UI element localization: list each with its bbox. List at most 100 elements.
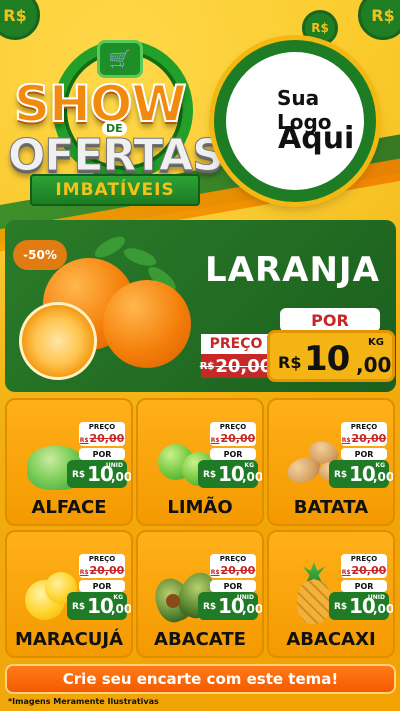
price-currency: R$: [203, 470, 217, 480]
old-price: R$20,00: [79, 564, 125, 577]
old-price: R$20,00: [341, 432, 387, 445]
por-label: POR: [210, 580, 256, 592]
por-label: POR: [341, 448, 387, 460]
preco-label: PREÇO: [88, 555, 116, 563]
preco-label: PREÇO: [350, 555, 378, 563]
product-card-alface[interactable]: PREÇO R$20,00 POR R$ 10 ,00 UNID ALFACE: [5, 398, 133, 526]
price-decimal: ,00: [373, 602, 395, 616]
new-price: R$ 10 ,00 UNID: [329, 592, 393, 620]
pineapple-icon: [279, 550, 337, 624]
preco-label: PREÇO: [88, 423, 116, 431]
product-name: MARACUJÁ: [14, 629, 124, 650]
price-unit: UNID: [105, 462, 123, 469]
price-integer: 10: [304, 339, 350, 379]
por-label: POR: [210, 448, 256, 460]
old-price: R$20,00: [341, 564, 387, 577]
price-unit: KG: [113, 594, 123, 601]
preco-label: PREÇO: [201, 334, 271, 354]
lime-icon: [148, 418, 216, 486]
price-decimal: ,00: [373, 470, 395, 484]
product-card-abacate[interactable]: PREÇO R$20,00 POR R$ 10 ,00 UNID ABACATE: [136, 530, 264, 658]
logo-line-1: Sua Logo: [277, 86, 332, 134]
preco-label: PREÇO: [350, 423, 378, 431]
old-price-value: 20,00: [89, 432, 125, 445]
product-card-maracuja[interactable]: PREÇO R$20,00 POR R$ 10 ,00 KG MARACUJÁ: [5, 530, 133, 658]
old-price-currency: R$: [210, 437, 220, 444]
shopping-cart-icon: 🛒: [97, 40, 143, 78]
featured-price: R$ 10 ,00 KG: [267, 330, 395, 382]
old-price-value: 20,00: [215, 355, 273, 377]
leaf-icon: [91, 232, 129, 262]
por-label: POR: [79, 580, 125, 592]
por-label: POR: [79, 448, 125, 460]
old-price: R$ 20,00: [199, 354, 273, 378]
price-unit: UNID: [367, 594, 385, 601]
product-name: LIMÃO: [167, 497, 233, 518]
disclaimer-text: *Imagens Meramente Ilustrativas: [8, 697, 159, 706]
new-price: R$ 10 ,00 KG: [67, 592, 131, 620]
campaign-title: 🛒 SHOW DE OFERTAS IMBATÍVEIS: [8, 30, 224, 206]
old-price-value: 20,00: [89, 564, 125, 577]
old-price-value: 20,00: [351, 564, 387, 577]
old-price-currency: R$: [210, 569, 220, 576]
preco-label: PREÇO: [219, 423, 247, 431]
logo-placeholder[interactable]: Sua Logo Aqui: [214, 40, 376, 202]
title-imbativeis: IMBATÍVEIS: [30, 174, 200, 206]
avocado-icon: [148, 550, 221, 627]
featured-product-card[interactable]: -50% LARANJA POR PREÇO R$ 20,00 R$ 10 ,0…: [5, 220, 396, 392]
old-price-box: PREÇO R$20,00: [210, 554, 256, 578]
orange-fruit-icon: [103, 280, 191, 368]
old-price-currency: R$: [341, 437, 351, 444]
product-card-abacaxi[interactable]: PREÇO R$20,00 POR R$ 10 ,00 UNID ABACAXI: [267, 530, 395, 658]
lettuce-icon: [17, 418, 85, 490]
old-price-currency: R$: [341, 569, 351, 576]
product-card-batata[interactable]: PREÇO R$20,00 POR R$ 10 ,00 KG BATATA: [267, 398, 395, 526]
price-integer: 10: [349, 462, 376, 486]
price-currency: R$: [278, 353, 302, 372]
old-price-currency: R$: [199, 360, 215, 372]
old-price: R$20,00: [210, 432, 256, 445]
product-name: BATATA: [293, 497, 369, 518]
new-price: R$ 10 ,00 KG: [329, 460, 393, 488]
price-currency: R$: [334, 602, 348, 612]
price-integer: 10: [87, 594, 114, 618]
orange-slice-icon: [19, 302, 97, 380]
new-price: R$ 10 ,00 KG: [198, 460, 262, 488]
price-currency: R$: [203, 602, 217, 612]
price-currency: R$: [334, 470, 348, 480]
title-show: SHOW: [13, 74, 188, 134]
preco-label: PREÇO: [219, 555, 247, 563]
por-label: POR: [280, 308, 380, 332]
price-unit: KG: [244, 462, 254, 469]
price-decimal: ,00: [111, 602, 133, 616]
old-price-box: PREÇO R$20,00: [341, 422, 387, 446]
price-unit: KG: [375, 462, 385, 469]
old-price-value: 20,00: [351, 432, 387, 445]
old-price-value: 20,00: [220, 564, 256, 577]
price-decimal: ,00: [111, 470, 133, 484]
product-name: ALFACE: [31, 497, 107, 518]
product-name: ABACAXI: [286, 629, 376, 650]
price-decimal: ,00: [356, 353, 392, 377]
old-price-box: PREÇO R$20,00: [341, 554, 387, 578]
old-price-box: PREÇO R$20,00: [79, 422, 125, 446]
new-price: R$ 10 ,00 UNID: [198, 592, 262, 620]
old-price-box: PREÇO R$20,00: [210, 422, 256, 446]
passion-fruit-icon: [17, 550, 77, 620]
price-decimal: ,00: [242, 470, 264, 484]
por-label: POR: [341, 580, 387, 592]
price-unit: KG: [368, 337, 384, 348]
price-currency: R$: [72, 470, 86, 480]
discount-badge: -50%: [13, 240, 67, 270]
create-flyer-cta-button[interactable]: Crie seu encarte com este tema!: [5, 664, 396, 694]
new-price: R$ 10 ,00 UNID: [67, 460, 131, 488]
old-price-currency: R$: [79, 569, 89, 576]
old-price: R$20,00: [79, 432, 125, 445]
price-decimal: ,00: [242, 602, 264, 616]
potato-icon: [279, 418, 349, 488]
product-card-limao[interactable]: PREÇO R$20,00 POR R$ 10 ,00 KG LIMÃO: [136, 398, 264, 526]
price-unit: UNID: [236, 594, 254, 601]
price-integer: 10: [218, 462, 245, 486]
old-price-currency: R$: [79, 437, 89, 444]
featured-product-name: LARANJA: [205, 250, 380, 290]
